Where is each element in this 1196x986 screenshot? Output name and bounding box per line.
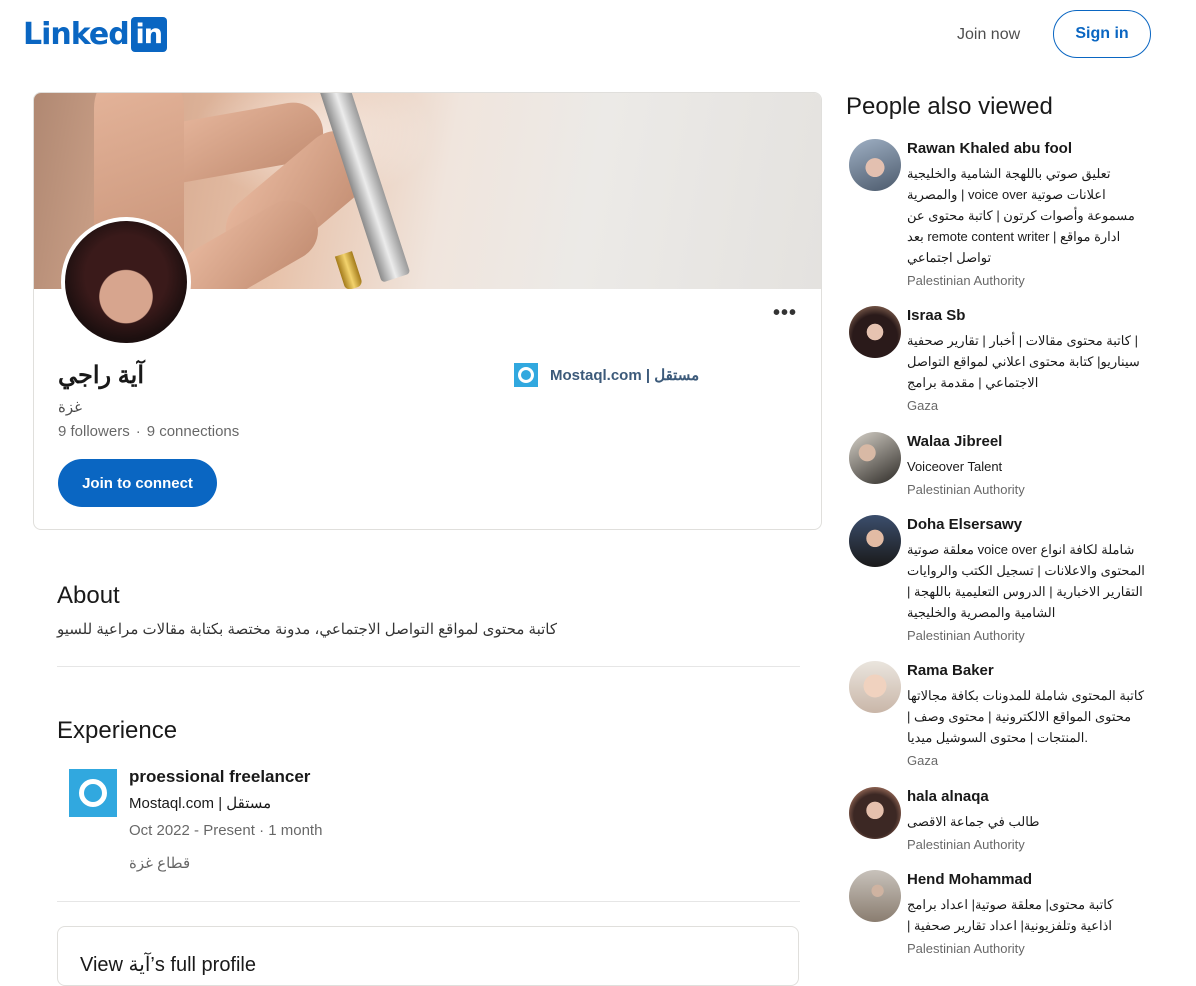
person-headline-line: الشامية والمصرية والخليجية xyxy=(907,605,1056,620)
profile-avatar xyxy=(61,217,191,347)
person-headline: طالب في جماعة الاقصى xyxy=(907,811,1167,832)
person-headline-line: المحتوى والاعلانات | تسجيل الكتب والرواي… xyxy=(907,563,1145,578)
experience-location: قطاع غزة xyxy=(129,855,191,872)
person-headline: معلقة صوتية voice over شاملة لكافة انواع… xyxy=(907,539,1167,623)
person-location: Palestinian Authority xyxy=(907,482,1025,497)
person-headline-line: | التقارير الاخبارية | الدروس التعليمية … xyxy=(907,584,1143,599)
experience-company-logo-icon[interactable] xyxy=(69,769,117,817)
person-headline-line: كاتبة محتوى مقالات | أخبار | تقارير صحفي… xyxy=(907,333,1138,348)
experience-dates: Oct 2022 - Present · 1 month xyxy=(129,822,323,839)
person-headline: تعليق صوتي باللهجة الشامية والخليجية والم… xyxy=(907,163,1167,268)
join-to-connect-button[interactable]: Join to connect xyxy=(58,459,217,507)
person-headline-line: سيناريو| كتابة محتوى اعلاني لمواقع التوا… xyxy=(907,354,1140,369)
person-headline-line: مسموعة وأصوات كرتون | كاتبة محتوى عن xyxy=(907,208,1135,223)
experience-title: Experience xyxy=(57,717,178,744)
section-divider xyxy=(57,901,800,902)
person-headline-line: كاتبة المحتوى شاملة للمدونات بكافة مجالا… xyxy=(907,688,1145,703)
profile-stats: 9 followers · 9 connections xyxy=(58,423,240,440)
followers-count: 9 followers xyxy=(58,423,130,440)
person-avatar[interactable] xyxy=(849,432,901,484)
person-details: Doha Elsersawy معلقة صوتية voice over شام… xyxy=(907,515,1167,645)
current-company-link[interactable]: Mostaql.com | مستقل xyxy=(514,363,699,387)
person-details: Walaa Jibreel Voiceover Talent Palestinian… xyxy=(907,432,1167,499)
person-details: Israa Sb كاتبة محتوى مقالات | أخبار | تقا… xyxy=(907,306,1167,415)
person-headline-line: كاتبة محتوى| معلقة صوتية| اعداد برامج xyxy=(907,897,1114,912)
person-headline-line: طالب في جماعة الاقصى xyxy=(907,814,1040,829)
profile-location: غزة xyxy=(58,399,82,416)
person-location: Palestinian Authority xyxy=(907,941,1025,956)
company-logo-icon xyxy=(514,363,538,387)
person-headline-line: معلقة صوتية voice over شاملة لكافة انواع xyxy=(907,542,1135,557)
person-name[interactable]: Israa Sb xyxy=(907,306,1167,326)
person-location: Palestinian Authority xyxy=(907,628,1025,643)
person-headline-line: | محتوى المواقع الالكترونية | محتوى وصف xyxy=(907,709,1132,724)
view-full-profile-card[interactable]: View آية’s full profile xyxy=(57,926,799,986)
profile-top-card: ••• آية راجي غزة 9 followers · 9 connectio… xyxy=(33,92,822,530)
person-headline-line: والمصرية | voice over اعلانات صوتية xyxy=(907,187,1106,202)
experience-role: proessional freelancer xyxy=(129,767,311,786)
person-headline-line: الاجتماعي | مقدمة برامج xyxy=(907,375,1039,390)
person-details: Rama Baker كاتبة المحتوى شاملة للمدونات ب… xyxy=(907,661,1167,770)
person-avatar[interactable] xyxy=(849,139,901,191)
logo-badge: in xyxy=(130,17,167,52)
about-title: About xyxy=(57,582,120,609)
logo-wordmark: Linked xyxy=(23,17,130,52)
person-headline: كاتبة محتوى مقالات | أخبار | تقارير صحفي… xyxy=(907,330,1167,393)
person-name[interactable]: hala alnaqa xyxy=(907,787,1167,807)
profile-name: آية راجي xyxy=(58,362,144,389)
person-avatar[interactable] xyxy=(849,306,901,358)
linkedin-logo[interactable]: Linked in xyxy=(23,17,167,52)
section-divider xyxy=(57,666,800,667)
person-headline: كاتبة المحتوى شاملة للمدونات بكافة مجالا… xyxy=(907,685,1167,748)
person-name[interactable]: Rawan Khaled abu fool xyxy=(907,139,1167,159)
about-text: كاتبة محتوى لمواقع التواصل الاجتماعي، مد… xyxy=(57,621,558,638)
person-name[interactable]: Hend Mohammad xyxy=(907,870,1167,890)
person-name[interactable]: Rama Baker xyxy=(907,661,1167,681)
person-headline-line: تواصل اجتماعي xyxy=(907,250,992,265)
person-avatar[interactable] xyxy=(849,870,901,922)
connections-count: 9 connections xyxy=(146,423,240,440)
person-location: Palestinian Authority xyxy=(907,837,1025,852)
people-also-viewed-title: People also viewed xyxy=(846,93,1053,120)
experience-company[interactable]: Mostaql.com | مستقل xyxy=(129,794,271,812)
person-avatar[interactable] xyxy=(849,515,901,567)
person-location: Palestinian Authority xyxy=(907,273,1025,288)
person-headline-line: المنتجات | محتوى السوشيل ميديا. xyxy=(907,730,1088,745)
more-actions-icon[interactable]: ••• xyxy=(773,302,797,324)
person-headline: Voiceover Talent xyxy=(907,456,1167,477)
person-avatar[interactable] xyxy=(849,787,901,839)
view-full-profile-title: View آية’s full profile xyxy=(80,954,257,976)
person-headline-line: بعد remote content writer | ادارة مواقع xyxy=(907,229,1121,244)
person-headline-line: | اذاعية وتلفزيونية| اعداد تقارير صحفية xyxy=(907,918,1112,933)
sign-in-button[interactable]: Sign in xyxy=(1053,10,1151,58)
person-location: Gaza xyxy=(907,753,939,768)
person-name[interactable]: Walaa Jibreel xyxy=(907,432,1167,452)
person-headline: كاتبة محتوى| معلقة صوتية| اعداد برامج | ا… xyxy=(907,894,1167,936)
join-now-link[interactable]: Join now xyxy=(945,20,1032,50)
person-avatar[interactable] xyxy=(849,661,901,713)
person-headline-line: Voiceover Talent xyxy=(907,459,1003,474)
person-details: hala alnaqa طالب في جماعة الاقصى Palestini… xyxy=(907,787,1167,854)
person-headline-line: تعليق صوتي باللهجة الشامية والخليجية xyxy=(907,166,1111,181)
person-details: Hend Mohammad كاتبة محتوى| معلقة صوتية| ا… xyxy=(907,870,1167,958)
person-location: Gaza xyxy=(907,398,939,413)
person-details: Rawan Khaled abu fool تعليق صوتي باللهجة … xyxy=(907,139,1167,290)
company-name: Mostaql.com | مستقل xyxy=(550,367,700,384)
person-name[interactable]: Doha Elsersawy xyxy=(907,515,1167,535)
